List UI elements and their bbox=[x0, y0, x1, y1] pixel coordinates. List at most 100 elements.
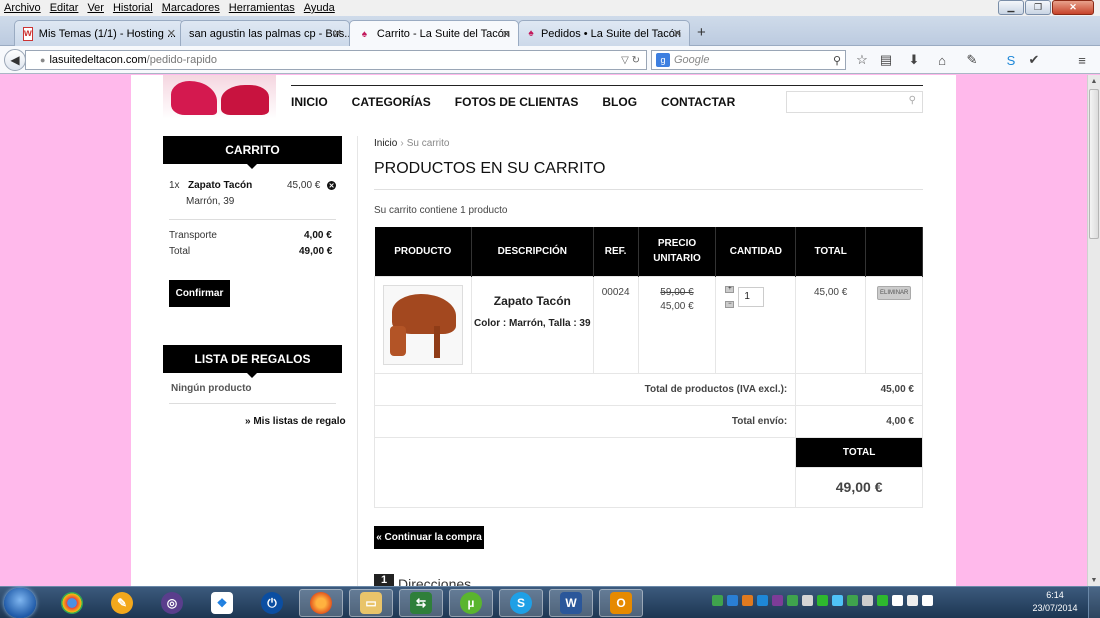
tray-icon[interactable] bbox=[787, 595, 798, 606]
grand-total-label-row: TOTAL bbox=[373, 436, 923, 508]
dropbox-icon[interactable]: ❖ bbox=[200, 589, 244, 617]
home-icon[interactable]: ⌂ bbox=[934, 52, 950, 68]
search-icon[interactable]: ⚲ bbox=[909, 95, 916, 106]
quantity-input[interactable]: 1 bbox=[738, 286, 765, 307]
remove-item-icon[interactable]: ✕ bbox=[327, 181, 336, 190]
tab-close-icon[interactable]: ✕ bbox=[167, 27, 176, 40]
menu-icon[interactable]: ≡ bbox=[1074, 52, 1090, 68]
menu-historial[interactable]: Historial bbox=[113, 2, 153, 14]
paint-icon[interactable]: ✎ bbox=[100, 589, 144, 617]
explorer-icon[interactable]: ▭ bbox=[349, 589, 393, 617]
scroll-thumb[interactable] bbox=[1089, 89, 1099, 239]
show-desktop-button[interactable] bbox=[1088, 587, 1100, 618]
quantity-increase-icon[interactable]: + bbox=[725, 285, 735, 293]
menu-ver[interactable]: Ver bbox=[87, 2, 104, 14]
grand-total-label: TOTAL bbox=[795, 436, 923, 468]
skype-toolbar-icon[interactable]: S bbox=[1003, 52, 1019, 68]
site-search-input[interactable]: ⚲ bbox=[786, 91, 923, 113]
back-button[interactable]: ◀ bbox=[4, 49, 26, 71]
breadcrumb-home[interactable]: Inicio bbox=[374, 138, 397, 149]
delete-button[interactable]: ELIMINAR bbox=[877, 285, 912, 300]
tab-pedidos[interactable]: ♠ Pedidos • La Suite del Tacón ✕ bbox=[518, 20, 690, 46]
start-button[interactable] bbox=[4, 588, 36, 618]
tab-close-icon[interactable]: ✕ bbox=[333, 27, 342, 40]
w-icon: w bbox=[23, 26, 33, 41]
url-bar[interactable]: ● lasuitedeltacon.com/pedido-rapido ▽ ↻ bbox=[25, 50, 647, 70]
word-icon[interactable]: W bbox=[549, 589, 593, 617]
search-icon[interactable]: ⚲ bbox=[833, 54, 841, 67]
total-value: 49,00 € bbox=[299, 246, 333, 257]
download-icon[interactable]: ⬇ bbox=[906, 52, 922, 68]
table-header-row: PRODUCTO DESCRIPCIÓN REF. PRECIO UNITARI… bbox=[374, 227, 923, 276]
tab-close-icon[interactable]: ✕ bbox=[673, 27, 682, 40]
quantity-decrease-icon[interactable]: − bbox=[725, 300, 735, 308]
line-total-cell: 45,00 € bbox=[795, 275, 867, 374]
url-host: lasuitedeltacon.com bbox=[49, 54, 147, 66]
eclipse-icon[interactable]: ◎ bbox=[150, 589, 194, 617]
scroll-up-icon[interactable]: ▲ bbox=[1088, 75, 1100, 87]
flag-icon[interactable] bbox=[922, 595, 933, 606]
tab-carrito[interactable]: ♠ Carrito - La Suite del Tacón ✕ bbox=[349, 20, 519, 47]
reload-icon[interactable]: ▽ ↻ bbox=[621, 55, 640, 66]
tray-icon[interactable] bbox=[877, 595, 888, 606]
scroll-down-icon[interactable]: ▼ bbox=[1088, 574, 1100, 586]
tray-icon[interactable] bbox=[757, 595, 768, 606]
header-producto: PRODUCTO bbox=[374, 227, 472, 276]
tab-label: Mis Temas (1/1) - Hosting ... bbox=[38, 27, 177, 40]
tab-mis-temas[interactable]: w Mis Temas (1/1) - Hosting ... ✕ bbox=[14, 20, 184, 46]
extension-icon[interactable]: ✔ bbox=[1026, 52, 1042, 68]
nav-fotos-clientas[interactable]: FOTOS DE CLIENTAS bbox=[455, 95, 579, 109]
power-icon[interactable]: ⏻ bbox=[250, 589, 294, 617]
menu-marcadores[interactable]: Marcadores bbox=[162, 2, 220, 14]
volume-icon[interactable] bbox=[907, 595, 918, 606]
chrome-icon[interactable] bbox=[50, 589, 94, 617]
tray-icon[interactable] bbox=[832, 595, 843, 606]
tab-search[interactable]: san agustin las palmas cp - Bus... ✕ bbox=[180, 20, 350, 46]
utorrent-icon[interactable]: µ bbox=[449, 589, 493, 617]
tray-icon[interactable] bbox=[772, 595, 783, 606]
product-image[interactable] bbox=[383, 284, 463, 365]
products-total-value: 45,00 € bbox=[795, 372, 923, 406]
tray-icon[interactable] bbox=[847, 595, 858, 606]
tray-icon[interactable] bbox=[862, 595, 873, 606]
giftlist-link[interactable]: » Mis listas de regalo bbox=[245, 416, 346, 427]
skype-icon[interactable]: S bbox=[499, 589, 543, 617]
product-name[interactable]: Zapato Tacón bbox=[472, 294, 593, 308]
product-ref: 00024 bbox=[601, 286, 630, 298]
menu-editar[interactable]: Editar bbox=[50, 2, 79, 14]
firefox-icon[interactable] bbox=[299, 589, 343, 617]
menu-ayuda[interactable]: Ayuda bbox=[304, 2, 335, 14]
menu-archivo[interactable]: Archivo bbox=[4, 2, 41, 14]
filezilla-icon[interactable]: ⇆ bbox=[399, 589, 443, 617]
tray-icon[interactable] bbox=[802, 595, 813, 606]
maximize-icon[interactable]: ❐ bbox=[1025, 0, 1051, 15]
tab-close-icon[interactable]: ✕ bbox=[502, 28, 511, 41]
outlook-icon[interactable]: O bbox=[599, 589, 643, 617]
minimize-icon[interactable]: ▁ bbox=[998, 0, 1024, 15]
network-icon[interactable] bbox=[892, 595, 903, 606]
tray-icon[interactable] bbox=[817, 595, 828, 606]
confirm-button[interactable]: Confirmar bbox=[169, 280, 230, 307]
close-window-icon[interactable]: ✕ bbox=[1052, 0, 1094, 15]
nav-inicio[interactable]: INICIO bbox=[291, 95, 328, 109]
cart-item-name[interactable]: Zapato Tacón bbox=[188, 180, 252, 191]
nav-contactar[interactable]: CONTACTAR bbox=[661, 95, 735, 109]
delete-cell: ELIMINAR bbox=[865, 275, 923, 374]
pencil-icon[interactable]: ✎ bbox=[964, 52, 980, 68]
page-scrollbar[interactable]: ▲ ▼ bbox=[1087, 75, 1100, 586]
tray-icon[interactable] bbox=[727, 595, 738, 606]
continue-shopping-button[interactable]: « Continuar la compra bbox=[374, 526, 484, 549]
search-bar[interactable]: g Google ⚲ bbox=[651, 50, 846, 70]
nav-categorias[interactable]: CATEGORÍAS bbox=[352, 95, 431, 109]
clock-time: 6:14 bbox=[1046, 590, 1064, 600]
bookmarks-list-icon[interactable]: ▤ bbox=[878, 52, 894, 68]
menu-herramientas[interactable]: Herramientas bbox=[229, 2, 295, 14]
bookmark-star-icon[interactable]: ☆ bbox=[854, 52, 870, 68]
new-tab-button[interactable]: + bbox=[697, 24, 706, 41]
tray-icon[interactable] bbox=[712, 595, 723, 606]
clock[interactable]: 6:14 23/07/2014 bbox=[1030, 589, 1080, 615]
nav-blog[interactable]: BLOG bbox=[602, 95, 637, 109]
tray-icon[interactable] bbox=[742, 595, 753, 606]
products-total-label: Total de productos (IVA excl.): bbox=[373, 372, 797, 406]
cart-summary-text: Su carrito contiene 1 producto bbox=[374, 205, 508, 216]
